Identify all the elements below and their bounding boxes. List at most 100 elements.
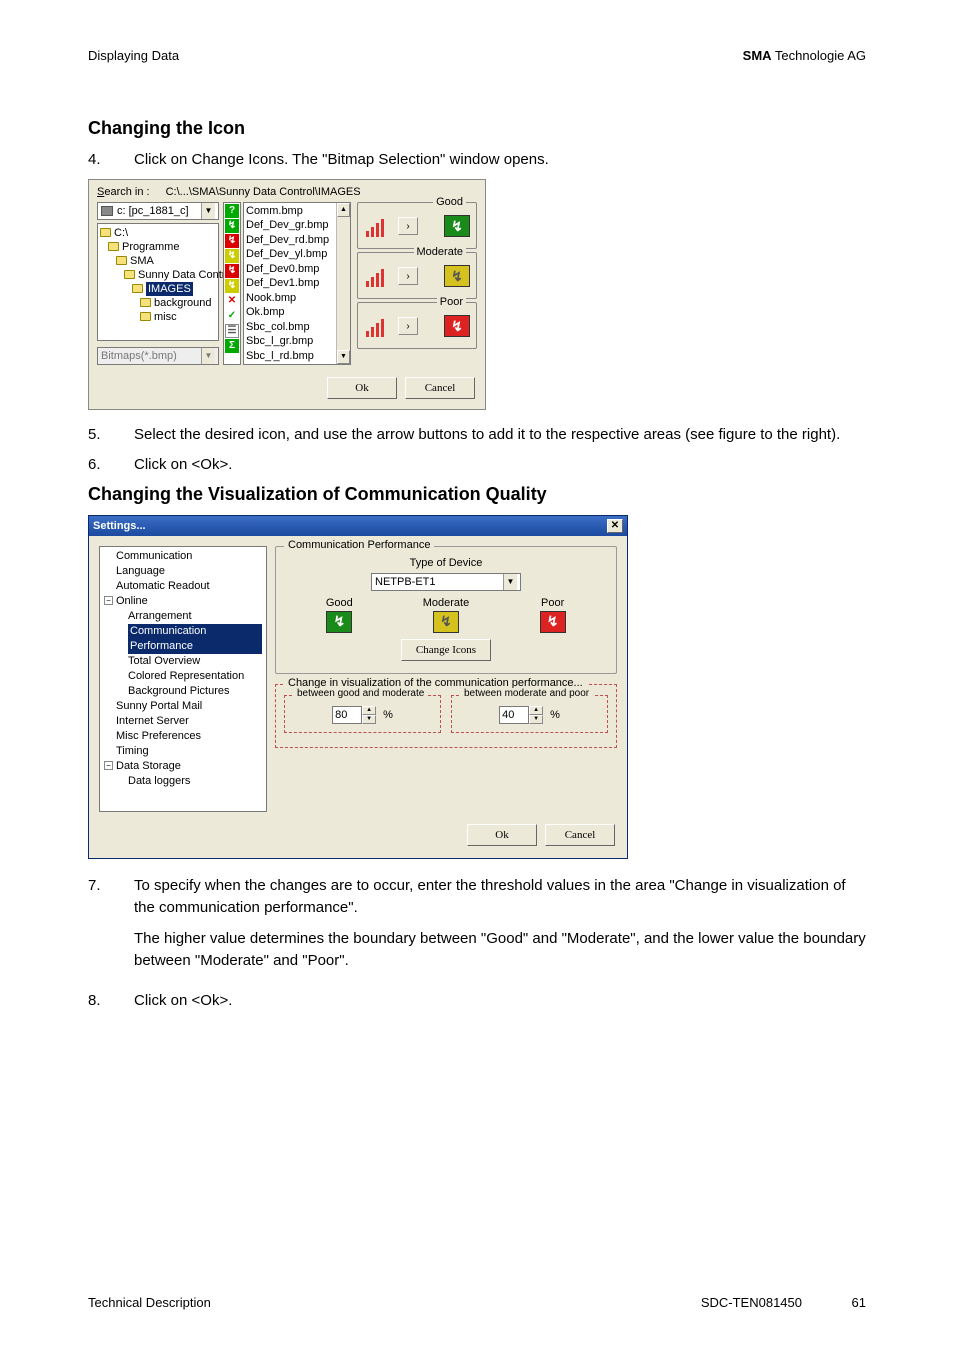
collapse-icon[interactable]: − bbox=[104, 596, 113, 605]
change-icons-button[interactable]: Change Icons bbox=[401, 639, 491, 661]
bar-icon bbox=[364, 313, 392, 339]
type-of-device-select[interactable]: NETPB-ET1 ▼ bbox=[371, 573, 521, 591]
group-caption: Communication Performance bbox=[284, 539, 434, 551]
step-8-number: 8. bbox=[88, 990, 134, 1012]
assign-arrow-button[interactable]: › bbox=[398, 217, 418, 235]
cancel-button[interactable]: Cancel bbox=[405, 377, 475, 399]
file-list-item[interactable]: Def_Dev_gr.bmp bbox=[246, 218, 348, 233]
file-list-item[interactable]: Sbc_l_rd.bmp bbox=[246, 349, 348, 364]
threshold-moderate-poor: between moderate and poor ▲▼ % bbox=[451, 695, 608, 733]
tree-item[interactable]: Communication bbox=[104, 549, 262, 564]
tree-item[interactable]: C:\ bbox=[114, 226, 128, 240]
scroll-down-icon[interactable]: ▼ bbox=[337, 350, 350, 364]
collapse-icon[interactable]: − bbox=[104, 761, 113, 770]
tree-item[interactable]: SMA bbox=[130, 254, 154, 268]
ok-button[interactable]: Ok bbox=[327, 377, 397, 399]
tree-item[interactable]: Language bbox=[104, 564, 262, 579]
tree-item[interactable]: Sunny Data Control bbox=[138, 268, 234, 282]
cancel-button[interactable]: Cancel bbox=[545, 824, 615, 846]
signal-poor-icon: ↯ bbox=[540, 611, 566, 633]
tree-item[interactable]: Programme bbox=[122, 240, 179, 254]
tree-item[interactable]: Data loggers bbox=[104, 774, 262, 789]
file-list-item[interactable]: Sbc_col.bmp bbox=[246, 320, 348, 335]
folder-icon bbox=[140, 312, 151, 321]
tree-item[interactable]: Data Storage bbox=[116, 760, 181, 772]
tree-item[interactable]: Sunny Portal Mail bbox=[104, 699, 262, 714]
file-list-item[interactable]: Sbc_l_gr.bmp bbox=[246, 334, 348, 349]
group-comm-performance: Communication Performance Type of Device… bbox=[275, 546, 617, 674]
file-list-item[interactable]: Ok.bmp bbox=[246, 305, 348, 320]
settings-tree[interactable]: Communication Language Automatic Readout… bbox=[99, 546, 267, 812]
spin-down-icon[interactable]: ▼ bbox=[362, 715, 376, 724]
folder-open-icon bbox=[132, 284, 143, 293]
threshold-moderate-poor-input[interactable] bbox=[499, 706, 529, 724]
tree-item-selected[interactable]: IMAGES bbox=[146, 282, 193, 296]
category-label: Moderate bbox=[414, 246, 466, 258]
file-list-item[interactable]: Def_Dev1.bmp bbox=[246, 276, 348, 291]
file-icon: ↯ bbox=[225, 219, 239, 233]
tree-item[interactable]: background bbox=[154, 296, 212, 310]
footer-doc-id: SDC-TEN081450 bbox=[88, 1295, 866, 1310]
spin-up-icon[interactable]: ▲ bbox=[529, 706, 543, 715]
drive-icon bbox=[101, 206, 113, 216]
chevron-down-icon[interactable]: ▼ bbox=[503, 574, 517, 590]
ok-button[interactable]: Ok bbox=[467, 824, 537, 846]
tree-item[interactable]: Total Overview bbox=[104, 654, 262, 669]
header-left: Displaying Data bbox=[88, 48, 179, 63]
filter-select[interactable]: Bitmaps(*.bmp) ▼ bbox=[97, 347, 219, 365]
file-list-item[interactable]: Comm.bmp bbox=[246, 204, 348, 219]
percent-label: % bbox=[550, 709, 560, 721]
tree-item-selected[interactable]: Communication Performance bbox=[128, 624, 262, 654]
signal-good-icon: ↯ bbox=[326, 611, 352, 633]
group-change-visualization: Change in visualization of the communica… bbox=[275, 684, 617, 748]
assign-arrow-button[interactable]: › bbox=[398, 267, 418, 285]
file-list-item[interactable]: Def_Dev0.bmp bbox=[246, 262, 348, 277]
tree-item[interactable]: misc bbox=[154, 310, 177, 324]
scroll-up-icon[interactable]: ▲ bbox=[337, 203, 350, 217]
tree-item[interactable]: Timing bbox=[104, 744, 262, 759]
tree-item[interactable]: Misc Preferences bbox=[104, 729, 262, 744]
step-5-number: 5. bbox=[88, 424, 134, 446]
chevron-down-icon[interactable]: ▼ bbox=[201, 203, 215, 219]
icon-preview-list[interactable]: ? ↯ ↯ ↯ ↯ ↯ ✕ ✓ ☰ Σ bbox=[223, 202, 241, 366]
header-right: SMA Technologie AG bbox=[743, 48, 866, 63]
spin-down-icon[interactable]: ▼ bbox=[529, 715, 543, 724]
step-7-text: To specify when the changes are to occur… bbox=[134, 875, 866, 982]
directory-tree[interactable]: C:\ Programme SMA Sunny Data Control IMA… bbox=[97, 223, 219, 341]
bar-icon bbox=[364, 213, 392, 239]
file-list-item[interactable]: Def_Dev_rd.bmp bbox=[246, 233, 348, 248]
tree-item[interactable]: Colored Representation bbox=[104, 669, 262, 684]
tree-item[interactable]: Online bbox=[116, 595, 148, 607]
drive-select[interactable]: c: [pc_1881_c] ▼ bbox=[97, 202, 219, 220]
close-icon[interactable]: ✕ bbox=[607, 519, 623, 533]
file-list-item[interactable]: Def_Dev_yl.bmp bbox=[246, 247, 348, 262]
folder-open-icon bbox=[108, 242, 119, 251]
folder-open-icon bbox=[124, 270, 135, 279]
folder-open-icon bbox=[116, 256, 127, 265]
file-icon: ✓ bbox=[225, 309, 239, 323]
assign-arrow-button[interactable]: › bbox=[398, 317, 418, 335]
tree-item[interactable]: Automatic Readout bbox=[104, 579, 262, 594]
heading-changing-icon: Changing the Icon bbox=[88, 118, 866, 139]
file-icon: ↯ bbox=[225, 249, 239, 263]
step-8-text: Click on <Ok>. bbox=[134, 990, 866, 1012]
tree-item[interactable]: Internet Server bbox=[104, 714, 262, 729]
spin-up-icon[interactable]: ▲ bbox=[362, 706, 376, 715]
folder-icon bbox=[140, 298, 151, 307]
threshold-good-moderate-input[interactable] bbox=[332, 706, 362, 724]
scrollbar[interactable]: ▲ ▼ bbox=[336, 203, 350, 365]
search-in-label: Search in : bbox=[97, 186, 150, 198]
step-4-number: 4. bbox=[88, 149, 134, 171]
file-icon: ✕ bbox=[225, 294, 239, 308]
settings-titlebar: Settings... ✕ bbox=[89, 516, 627, 536]
tree-item[interactable]: Background Pictures bbox=[104, 684, 262, 699]
file-icon: ↯ bbox=[225, 234, 239, 248]
file-icon: ? bbox=[225, 204, 239, 218]
signal-moderate-icon: ↯ bbox=[433, 611, 459, 633]
step-6-number: 6. bbox=[88, 454, 134, 476]
tree-item[interactable]: Arrangement bbox=[104, 609, 262, 624]
category-moderate: Moderate › ↯ bbox=[357, 252, 477, 299]
file-list[interactable]: Comm.bmp Def_Dev_gr.bmp Def_Dev_rd.bmp D… bbox=[243, 202, 351, 366]
step-4-text: Click on Change Icons. The "Bitmap Selec… bbox=[134, 149, 866, 171]
file-list-item[interactable]: Nook.bmp bbox=[246, 291, 348, 306]
